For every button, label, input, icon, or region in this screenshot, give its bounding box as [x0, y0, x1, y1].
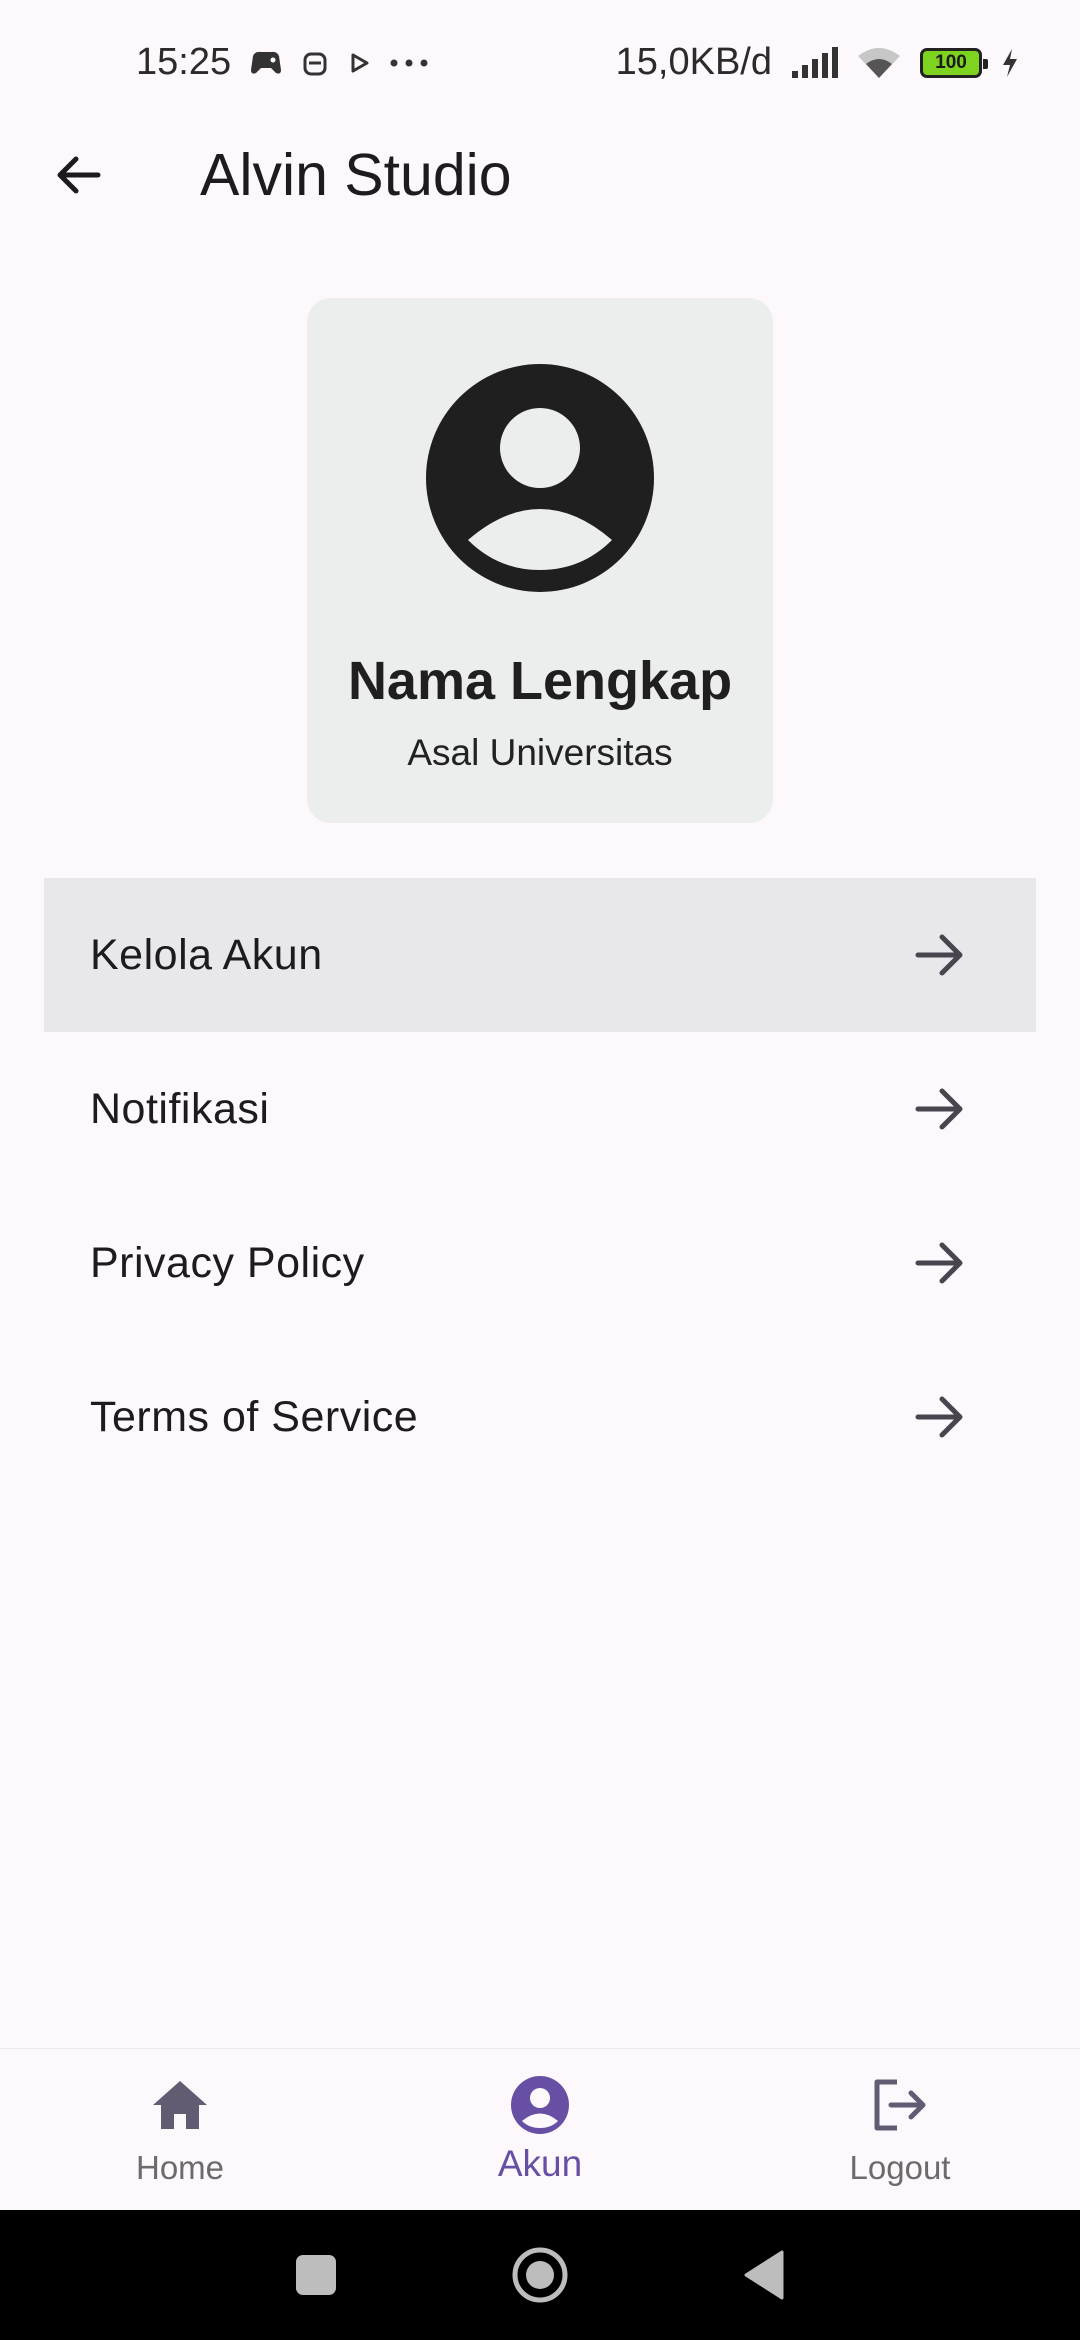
robot-icon — [301, 48, 329, 78]
menu-item-label: Kelola Akun — [90, 930, 323, 979]
back-button[interactable] — [33, 130, 123, 220]
charging-icon — [1000, 48, 1020, 78]
game-controller-icon — [249, 48, 283, 78]
arrow-forward-icon — [915, 1242, 963, 1284]
recents-button[interactable] — [284, 2243, 348, 2307]
arrow-forward-icon — [915, 934, 963, 976]
network-speed: 15,0KB/d — [615, 41, 772, 83]
account-circle-icon — [426, 364, 654, 592]
back-system-button[interactable] — [732, 2243, 796, 2307]
menu-item-terms-of-service[interactable]: Terms of Service — [44, 1340, 1036, 1494]
menu-item-notifikasi[interactable]: Notifikasi — [44, 1032, 1036, 1186]
battery-icon: 100 — [920, 47, 988, 78]
wifi-icon — [856, 46, 902, 80]
status-right: 15,0KB/d 100 — [616, 41, 1020, 84]
status-bar: 15:25 15,0KB/d 100 — [0, 0, 1080, 125]
home-system-button[interactable] — [508, 2243, 572, 2307]
status-time: 15:25 — [136, 41, 232, 83]
battery-level: 100 — [935, 51, 967, 73]
system-navigation-bar — [0, 2210, 1080, 2340]
home-icon — [148, 2073, 212, 2137]
menu-item-label: Terms of Service — [90, 1392, 419, 1441]
play-icon — [347, 51, 371, 75]
status-left: 15:25 — [136, 41, 429, 84]
bottom-navigation: Home Akun Logout — [0, 2048, 1080, 2210]
square-icon — [296, 2255, 336, 2295]
menu-item-privacy-policy[interactable]: Privacy Policy — [44, 1186, 1036, 1340]
menu-item-label: Notifikasi — [90, 1084, 270, 1133]
page-title: Alvin Studio — [200, 142, 512, 208]
nav-label-logout: Logout — [849, 2149, 951, 2186]
menu-list: Kelola Akun Notifikasi Privacy Policy Te… — [44, 878, 1036, 1494]
arrow-back-icon — [57, 156, 101, 194]
more-dots-icon — [389, 58, 429, 68]
circle-home-icon — [512, 2247, 568, 2303]
profile-university: Asal Universitas — [407, 732, 673, 773]
nav-label-akun: Akun — [497, 2143, 583, 2184]
signal-icon — [790, 46, 838, 79]
arrow-forward-icon — [915, 1088, 963, 1130]
nav-item-akun[interactable]: Akun — [360, 2049, 720, 2210]
profile-name: Nama Lengkap — [347, 651, 733, 711]
app-bar: Alvin Studio — [0, 125, 1080, 225]
triangle-back-icon — [744, 2250, 784, 2300]
nav-item-home[interactable]: Home — [0, 2049, 360, 2210]
nav-item-logout[interactable]: Logout — [720, 2049, 1080, 2210]
nav-label-home: Home — [135, 2149, 225, 2186]
profile-card: Nama Lengkap Asal Universitas — [307, 298, 773, 823]
arrow-forward-icon — [915, 1396, 963, 1438]
logout-icon — [868, 2073, 932, 2137]
account-circle-icon — [508, 2073, 572, 2137]
menu-item-kelola-akun[interactable]: Kelola Akun — [44, 878, 1036, 1032]
menu-item-label: Privacy Policy — [90, 1238, 365, 1287]
